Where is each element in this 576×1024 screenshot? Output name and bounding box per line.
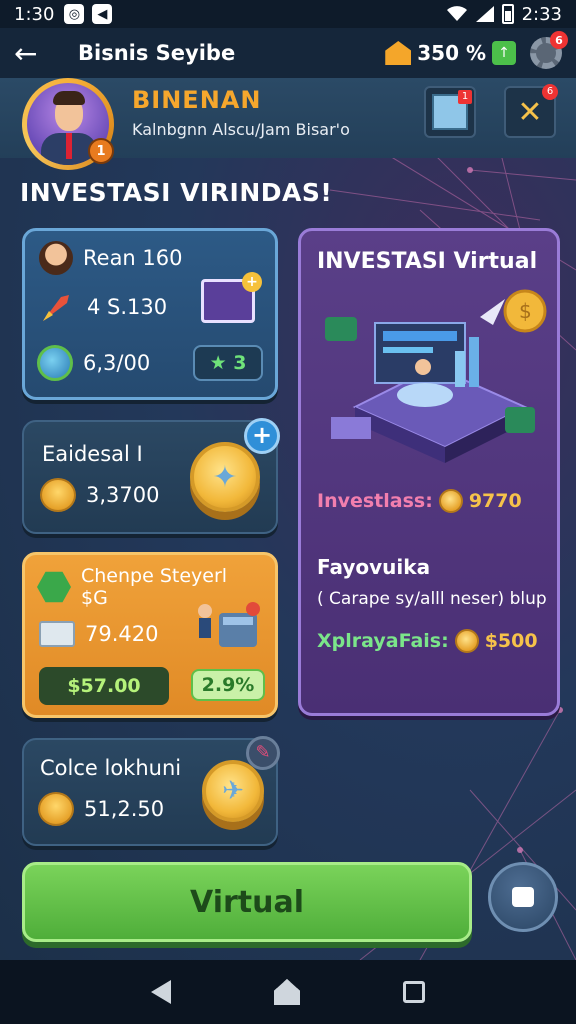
stats-button[interactable] [424,86,476,138]
panel-title: INVESTASI Virtual [317,249,538,274]
profile-name: BINENAN [132,86,262,114]
currency-display[interactable]: 350 % ↑ [385,41,516,65]
profile-bar: 1 BINENAN Kalnbgnn Alscu/Jam Bisar'o ✕ 6 [0,78,576,170]
card2-title: Eaidesal I [42,442,143,466]
coin-stack-icon [40,478,76,512]
nav-recent-icon[interactable] [402,981,425,1003]
invest-row: Investlass: 9770 [317,489,522,513]
cash-icon [39,621,75,647]
globe-icon [37,345,73,381]
coin-icon: ✈ [202,760,264,822]
worker-icon [198,602,260,647]
card4-amount: 51,2.50 [84,797,165,821]
signal-icon [475,6,494,22]
card1-amount: 4 S.130 [87,295,168,319]
nav-back-icon[interactable] [151,980,172,1004]
person-icon [39,241,73,275]
plus-icon: + [242,272,262,292]
card1-name: Rean 160 [83,246,183,270]
profile-subtitle: Kalnbgnn Alscu/Jam Bisar'o [132,120,350,139]
rocket-icon [43,295,69,321]
card3-percent: 2.9% [191,669,265,701]
settings-button[interactable]: 6 [530,31,568,69]
virtual-button[interactable]: Virtual [22,862,472,942]
house-icon [385,41,412,65]
section-title: INVESTASI VIRINDAS! [20,178,333,207]
coin-icon: ✦ [190,442,260,512]
coin-percent: 350 % [417,41,486,65]
app-bar: ← Bisnis Seyibe 350 % ↑ 6 [0,28,576,78]
send-icon: ◀ [92,4,113,24]
coin-icon [438,489,463,513]
chart-icon [432,90,472,130]
app-title: Bisnis Seyibe [78,41,236,65]
notification-icon: ◎ [64,4,85,24]
investment-card-2[interactable]: + Eaidesal I 3,3700 ✦ [22,418,280,534]
status-time: 1:30 [14,3,55,25]
card4-title: Colce lokhuni [40,756,182,780]
home-round-button[interactable] [488,862,558,932]
card3-price: $57.00 [39,667,169,705]
card1-value: 6,3/00 [83,351,151,375]
navigation-bar [0,960,576,1024]
investment-card-3[interactable]: Chenpe Steyerl $G 79.420 $57.00 2.9% [22,552,278,718]
xp-value: $500 [484,630,538,652]
tools-button[interactable]: ✕ 6 [504,84,558,138]
tools-icon: ✕ [517,94,543,130]
battery-icon [501,4,514,24]
coin-icon [454,629,479,653]
nav-home-icon[interactable] [273,979,300,1005]
svg-text:$: $ [519,299,532,323]
settings-badge: 6 [550,31,568,49]
panel-description: ( Carape sy/alll neser) blup [317,589,547,609]
coin-stack-icon [38,792,74,826]
wifi-icon [446,6,467,21]
level-badge: 1 [88,138,114,164]
picture-frame-icon[interactable]: + [201,272,262,323]
investment-card-1[interactable]: Rean 160 4 S.130 + 6,3/00 ★ 3 [22,228,278,400]
status-bar: 1:30 ◎ ◀ 2:33 [0,0,576,28]
hexagon-icon [37,571,71,603]
card2-amount: 3,3700 [86,483,160,507]
tools-badge: 6 [542,84,558,100]
xp-label: XplrayaFais: [317,630,449,652]
xp-row: XplrayaFais: $500 [317,629,538,653]
status-clock: 2:33 [521,3,562,25]
back-arrow-icon[interactable]: ← [14,37,50,70]
panel-subtitle: Fayovuika [317,555,431,579]
virtual-investment-panel[interactable]: INVESTASI Virtual $ Investlass: 9770 Fay… [298,228,560,716]
investment-illustration: $ [325,289,547,463]
star-badge: ★ 3 [193,345,263,381]
invest-value: 9770 [468,490,522,512]
add-button[interactable]: + [244,418,280,454]
card3-amount: 79.420 [85,622,159,646]
card3-title: Chenpe Steyerl [81,565,228,587]
home-icon [512,887,534,907]
invest-label: Investlass: [317,490,433,512]
gem-icon: ↑ [492,41,516,65]
investment-card-4[interactable]: ✎ Colce lokhuni 51,2.50 ✈ [22,736,280,846]
